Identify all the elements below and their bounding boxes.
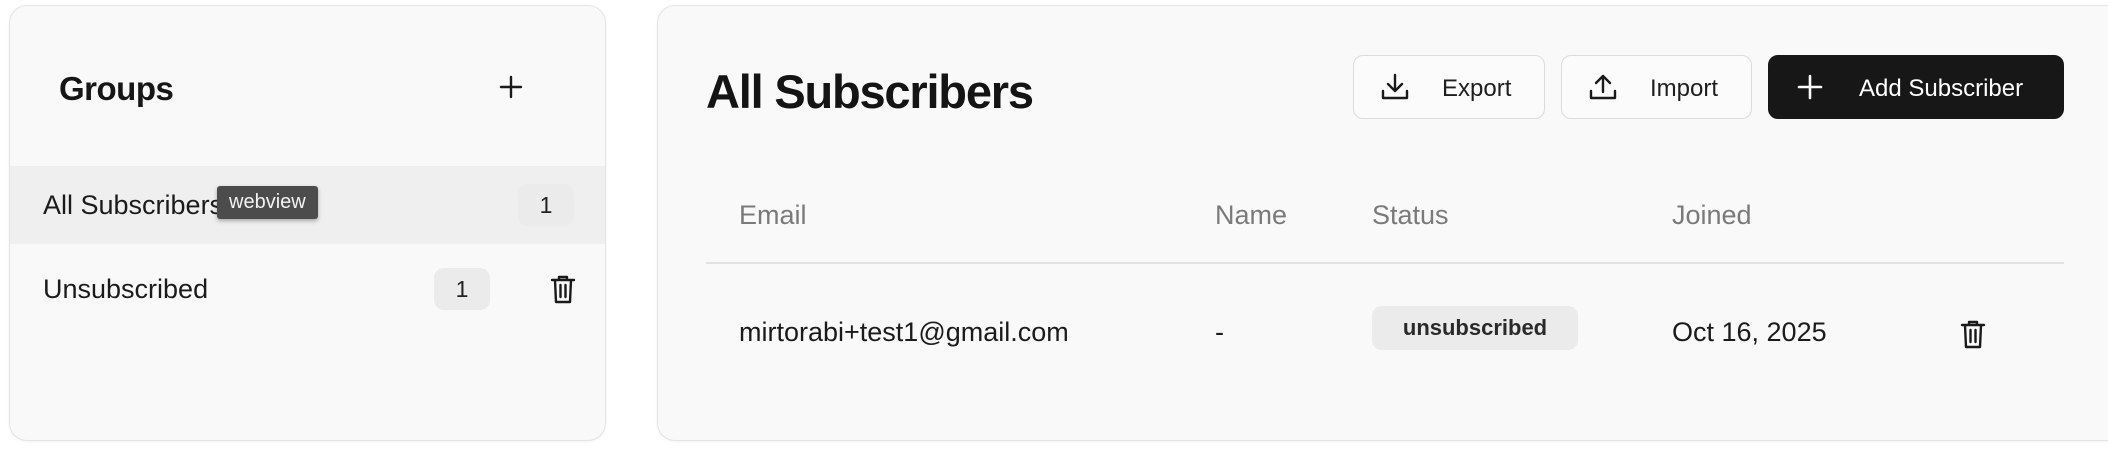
page-title: All Subscribers	[706, 65, 1034, 118]
export-button[interactable]: Export	[1353, 55, 1545, 119]
column-header-email: Email	[739, 200, 807, 230]
column-header-joined: Joined	[1672, 200, 1752, 230]
column-header-status: Status	[1372, 200, 1449, 230]
cell-name: -	[1215, 317, 1224, 347]
cell-email: mirtorabi+test1@gmail.com	[739, 317, 1069, 347]
cell-joined: Oct 16, 2025	[1672, 317, 1827, 347]
import-button[interactable]: Import	[1561, 55, 1752, 119]
group-item-label: Unsubscribed	[43, 273, 209, 304]
trash-icon	[1960, 320, 1986, 349]
table-header-divider	[706, 262, 2064, 264]
upload-icon	[1588, 72, 1618, 102]
plus-icon	[499, 75, 523, 99]
column-header-name: Name	[1215, 200, 1288, 230]
webview-tooltip: webview	[217, 186, 318, 219]
download-icon	[1380, 72, 1410, 102]
subscribers-panel: All Subscribers Export Import Add Subscr…	[657, 5, 2108, 441]
group-count-badge: 1	[518, 184, 574, 226]
delete-group-button[interactable]	[548, 272, 578, 306]
add-subscriber-button-label: Add Subscriber	[1859, 75, 2024, 102]
export-button-label: Export	[1442, 75, 1512, 102]
add-group-button[interactable]	[496, 72, 526, 102]
group-count-badge: 1	[434, 268, 490, 310]
status-badge: unsubscribed	[1372, 306, 1578, 350]
groups-panel: Groups All Subscribers 1 Unsubscribed 1 …	[9, 5, 606, 441]
trash-icon	[550, 275, 576, 304]
plus-icon	[1795, 72, 1825, 102]
group-item-unsubscribed[interactable]: Unsubscribed 1	[10, 250, 605, 328]
groups-title: Groups	[59, 70, 174, 107]
import-button-label: Import	[1650, 75, 1719, 102]
add-subscriber-button[interactable]: Add Subscriber	[1768, 55, 2064, 119]
group-item-label: All Subscribers	[43, 189, 224, 220]
delete-subscriber-button[interactable]	[1958, 317, 1988, 351]
